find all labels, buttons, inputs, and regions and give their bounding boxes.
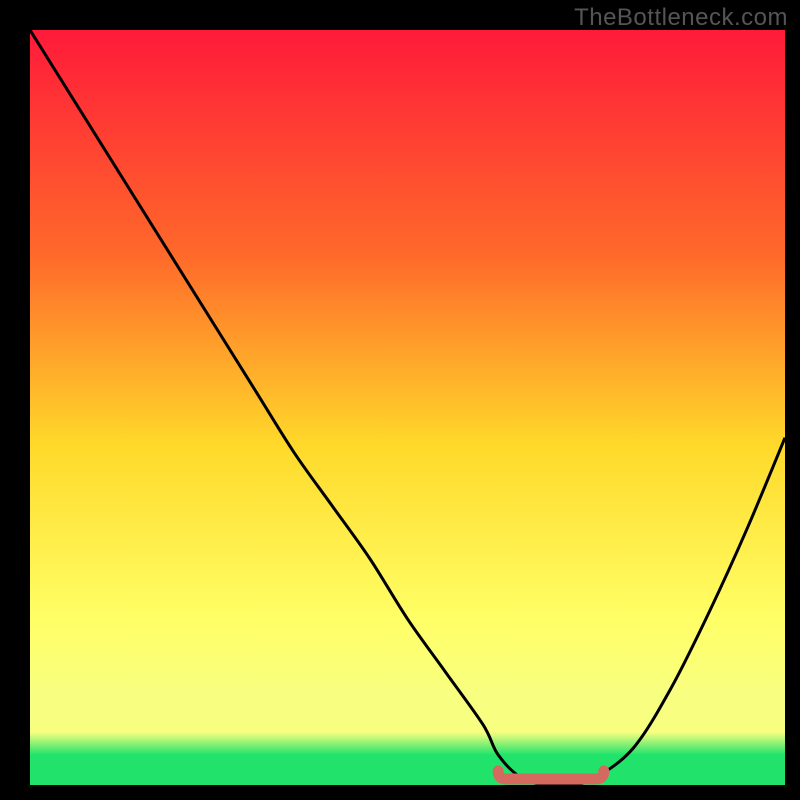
watermark-text: TheBottleneck.com [574,4,788,32]
chart-frame: TheBottleneck.com [0,0,800,800]
gradient-background [30,30,785,785]
plot-area [30,30,785,785]
plot-svg [30,30,785,785]
